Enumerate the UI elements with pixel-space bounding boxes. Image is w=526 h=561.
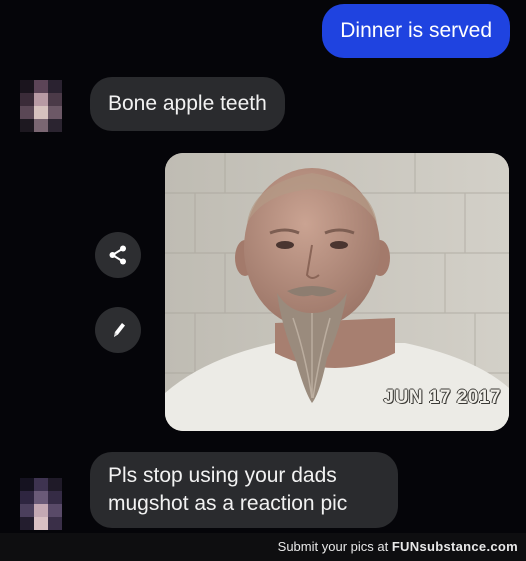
footer-watermark: Submit your pics at FUNsubstance.com — [0, 533, 526, 561]
contact-avatar[interactable] — [20, 478, 62, 530]
contact-avatar[interactable] — [20, 80, 62, 132]
incoming-message-text: Bone apple teeth — [108, 92, 267, 115]
date-stamp: JUN 17 2017 — [383, 387, 501, 408]
incoming-message-bubble[interactable]: Pls stop using your dads mugshot as a re… — [90, 452, 398, 528]
pencil-icon — [114, 323, 125, 337]
incoming-message-text-line2: mugshot as a reaction pic — [108, 492, 348, 515]
outgoing-message-bubble[interactable]: Dinner is served — [322, 4, 510, 58]
photo-message[interactable]: JUN 17 2017 — [165, 153, 509, 431]
brand-fun: FUN — [391, 539, 420, 554]
share-icon — [109, 245, 126, 265]
footer-text: Submit your pics at — [277, 539, 392, 554]
incoming-message-text-line1: Pls stop using your dads — [108, 464, 337, 487]
edit-button[interactable] — [95, 307, 141, 353]
brand-domain: .com — [486, 539, 518, 554]
brand-substance: substance — [419, 539, 487, 554]
share-button[interactable] — [95, 232, 141, 278]
brand-logo: FUNsubstance.com — [392, 539, 518, 554]
incoming-message-bubble[interactable]: Bone apple teeth — [90, 77, 285, 131]
outgoing-message-text: Dinner is served — [340, 19, 492, 42]
